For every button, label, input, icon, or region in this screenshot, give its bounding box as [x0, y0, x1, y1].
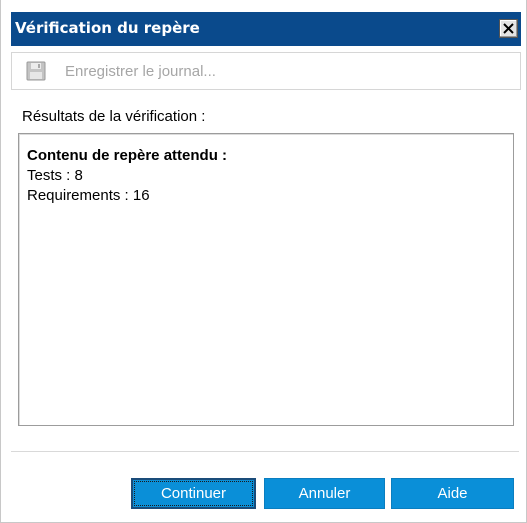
- close-icon: [503, 23, 514, 34]
- help-button[interactable]: Aide: [391, 478, 514, 509]
- dialog-title: Vérification du repère: [15, 19, 200, 37]
- toolbar: Enregistrer le journal...: [11, 52, 521, 90]
- save-log-button[interactable]: Enregistrer le journal...: [12, 53, 282, 89]
- footer-divider: [11, 451, 519, 452]
- floppy-disk-icon: [26, 61, 46, 81]
- title-bar[interactable]: Vérification du repère: [11, 12, 521, 46]
- results-line-requirements: Requirements : 16: [27, 187, 150, 204]
- close-button[interactable]: [499, 19, 518, 38]
- results-line-tests: Tests : 8: [27, 167, 83, 184]
- verification-dialog: Vérification du repère Enregistrer le jo…: [0, 0, 527, 523]
- results-heading: Contenu de repère attendu :: [27, 147, 228, 164]
- results-label: Résultats de la vérification :: [22, 108, 206, 125]
- results-text-area[interactable]: Contenu de repère attendu : Tests : 8 Re…: [18, 133, 514, 426]
- continue-button[interactable]: Continuer: [131, 478, 256, 509]
- save-log-label: Enregistrer le journal...: [65, 63, 216, 80]
- cancel-button[interactable]: Annuler: [264, 478, 385, 509]
